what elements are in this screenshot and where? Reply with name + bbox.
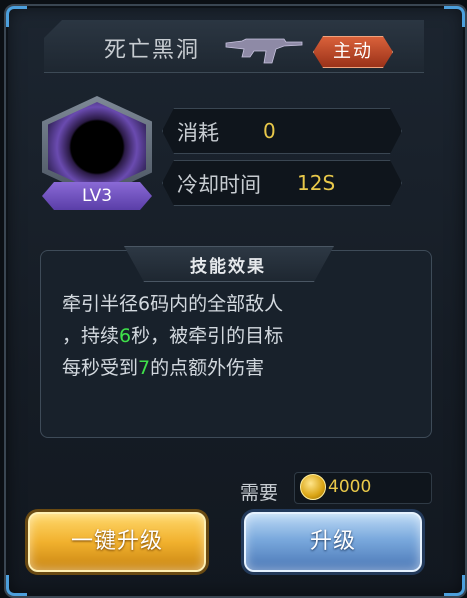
need-label: 需要	[240, 482, 279, 504]
one-click-upgrade-button[interactable]: 一键升级	[28, 512, 206, 572]
effect-description: 牵引半径6码内的全部敌人 ，持续6秒，被牵引的目标 每秒受到7的点额外伤害	[62, 288, 402, 384]
damage-value: 7	[138, 357, 151, 379]
cost-row: 消耗 0	[162, 108, 402, 154]
effect-title: 技能效果	[190, 257, 266, 277]
effect-line-2: ，持续6秒，被牵引的目标	[62, 325, 284, 347]
skill-type-badge: 主动	[313, 36, 393, 68]
effect-line-1: 牵引半径6码内的全部敌人	[62, 293, 284, 315]
skill-icon-frame[interactable]: LV3	[42, 96, 152, 216]
skill-name: 死亡黑洞	[104, 38, 201, 63]
frame-corner	[6, 575, 27, 596]
effect-line-3: 每秒受到7的点额外伤害	[62, 357, 265, 379]
cost-label: 消耗	[177, 121, 219, 145]
level-badge: LV3	[42, 182, 152, 210]
upgrade-cost: 4000	[328, 477, 372, 497]
upgrade-button[interactable]: 升级	[244, 512, 422, 572]
cooldown-label: 冷却时间	[177, 173, 261, 197]
duration-value: 6	[119, 325, 132, 347]
frame-corner	[6, 6, 27, 27]
cooldown-row: 冷却时间 12S	[162, 160, 402, 206]
rifle-icon	[225, 38, 303, 64]
cost-value: 0	[263, 119, 276, 143]
gold-coin-icon	[300, 474, 326, 500]
frame-corner	[444, 6, 465, 27]
frame-corner	[444, 575, 465, 596]
cooldown-value: 12S	[297, 171, 336, 195]
